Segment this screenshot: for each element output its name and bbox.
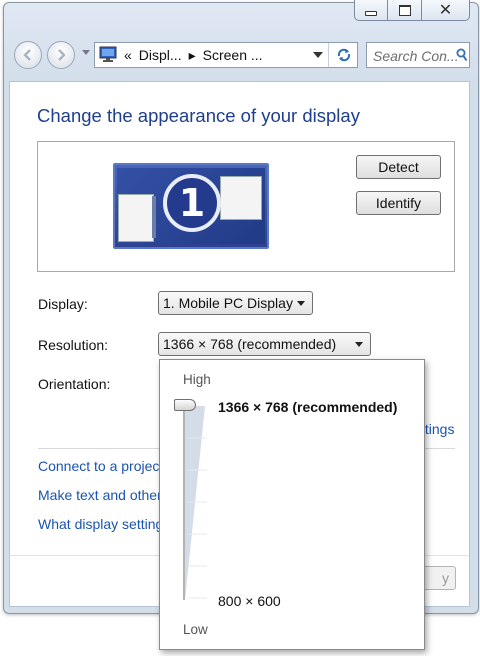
resolution-slider-track[interactable] bbox=[181, 406, 209, 602]
search-placeholder: Search Con... bbox=[373, 48, 459, 64]
maximize-button[interactable] bbox=[388, 0, 422, 21]
maximize-icon bbox=[398, 4, 411, 16]
close-button[interactable]: ✕ bbox=[422, 0, 470, 21]
breadcrumb-item-display[interactable]: Displ... bbox=[139, 47, 182, 63]
refresh-icon bbox=[337, 48, 351, 62]
monitor-mini-window-left bbox=[118, 194, 154, 242]
minimize-icon bbox=[365, 10, 377, 16]
resolution-slider-thumb[interactable] bbox=[174, 399, 196, 411]
breadcrumb: « Displ... ▸ Screen ... bbox=[124, 47, 270, 64]
chevron-down-icon bbox=[297, 301, 305, 306]
resolution-dropdown[interactable]: 1366 × 768 (recommended) bbox=[158, 332, 371, 356]
back-button[interactable] bbox=[14, 41, 42, 69]
address-dropdown-icon[interactable] bbox=[313, 52, 323, 58]
connect-projector-link[interactable]: Connect to a projec bbox=[38, 458, 159, 474]
monitor-number-badge: 1 bbox=[163, 174, 221, 232]
breadcrumb-item-screen-resolution[interactable]: Screen ... bbox=[203, 47, 263, 63]
back-arrow-icon bbox=[23, 49, 31, 61]
display-dropdown-value: 1. Mobile PC Display bbox=[163, 295, 293, 311]
search-icon[interactable] bbox=[456, 48, 468, 62]
recent-pages-dropdown[interactable] bbox=[82, 50, 90, 55]
advanced-settings-link[interactable]: ttings bbox=[421, 421, 454, 437]
slider-high-label: High bbox=[183, 372, 211, 387]
detect-button[interactable]: Detect bbox=[356, 155, 441, 179]
breadcrumb-separator-icon[interactable]: ▸ bbox=[189, 47, 196, 63]
chevron-down-icon bbox=[355, 342, 363, 347]
orientation-label: Orientation: bbox=[38, 376, 111, 392]
forward-arrow-icon bbox=[58, 49, 66, 61]
resolution-dropdown-value: 1366 × 768 (recommended) bbox=[163, 336, 337, 352]
monitor-mini-scrollbar bbox=[152, 196, 156, 238]
identify-button[interactable]: Identify bbox=[356, 191, 441, 215]
slider-bottom-resolution: 800 × 600 bbox=[218, 593, 281, 609]
breadcrumb-overflow[interactable]: « bbox=[124, 47, 132, 63]
resolution-label: Resolution: bbox=[38, 337, 109, 353]
refresh-button[interactable] bbox=[333, 45, 355, 65]
close-icon: ✕ bbox=[438, 0, 453, 19]
make-text-larger-link[interactable]: Make text and other bbox=[38, 487, 162, 503]
display-control-panel-icon bbox=[99, 46, 117, 62]
slider-low-label: Low bbox=[183, 622, 208, 637]
page-title: Change the appearance of your display bbox=[37, 105, 360, 126]
slider-top-resolution: 1366 × 768 (recommended) bbox=[218, 399, 398, 415]
display-dropdown[interactable]: 1. Mobile PC Display bbox=[158, 291, 313, 315]
caption-buttons: ✕ bbox=[354, 0, 470, 24]
display-label: Display: bbox=[38, 296, 88, 312]
display-settings-help-link[interactable]: What display setting bbox=[38, 516, 163, 532]
address-divider bbox=[328, 43, 329, 67]
forward-button[interactable] bbox=[47, 41, 75, 69]
minimize-button[interactable] bbox=[354, 0, 388, 21]
monitor-mini-window-right bbox=[220, 176, 262, 220]
